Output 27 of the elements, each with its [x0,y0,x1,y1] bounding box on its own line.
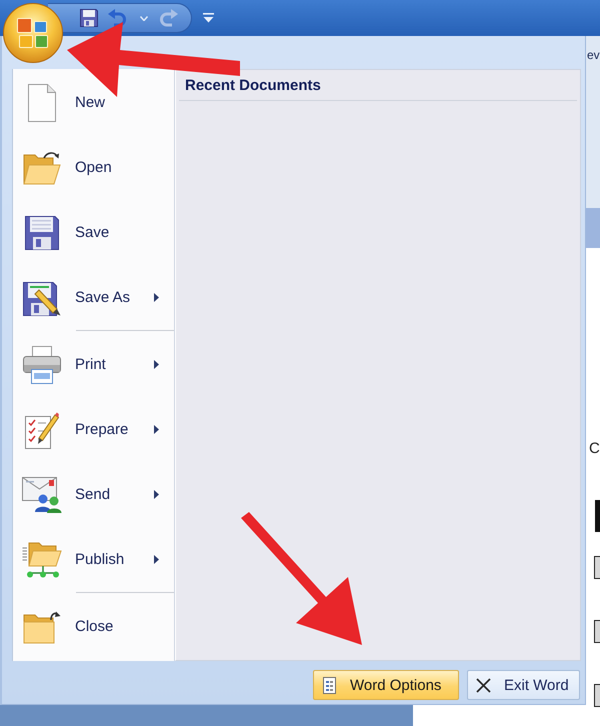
menu-item[interactable]: Print [13,332,174,397]
checklist-pencil-icon [25,410,59,448]
menu-item[interactable]: Save As [13,265,174,330]
close-icon [476,678,491,692]
exit-button[interactable]: Exit Word [467,670,580,700]
folder-curved-arrow-icon [23,610,61,644]
envelope-people-icon [22,476,62,512]
folder-network-icon [22,542,62,578]
customize-caret-icon[interactable] [203,13,214,23]
menu-item[interactable]: Prepare [13,397,174,462]
printer-icon [23,346,61,384]
document-list-icon [323,676,336,694]
menu-item[interactable]: Publish [13,527,174,592]
dropdown-caret-icon[interactable] [140,16,148,20]
menu-item[interactable]: New [13,70,174,135]
document-text: C [588,440,600,457]
menu-item[interactable]: Send [13,462,174,527]
floppy-pencil-icon [23,280,61,316]
blank-page-icon [28,84,56,122]
squares-logo-icon [17,18,49,48]
ribbon-tab[interactable]: ev [586,48,600,62]
menu-item[interactable]: Close [13,594,174,659]
folder-arrow-icon [23,150,61,184]
panel-title: Recent Documents [185,76,321,94]
menu-item[interactable]: Save [13,200,174,265]
options-button[interactable]: Word Options [313,670,459,700]
menu-item[interactable]: Open [13,135,174,200]
